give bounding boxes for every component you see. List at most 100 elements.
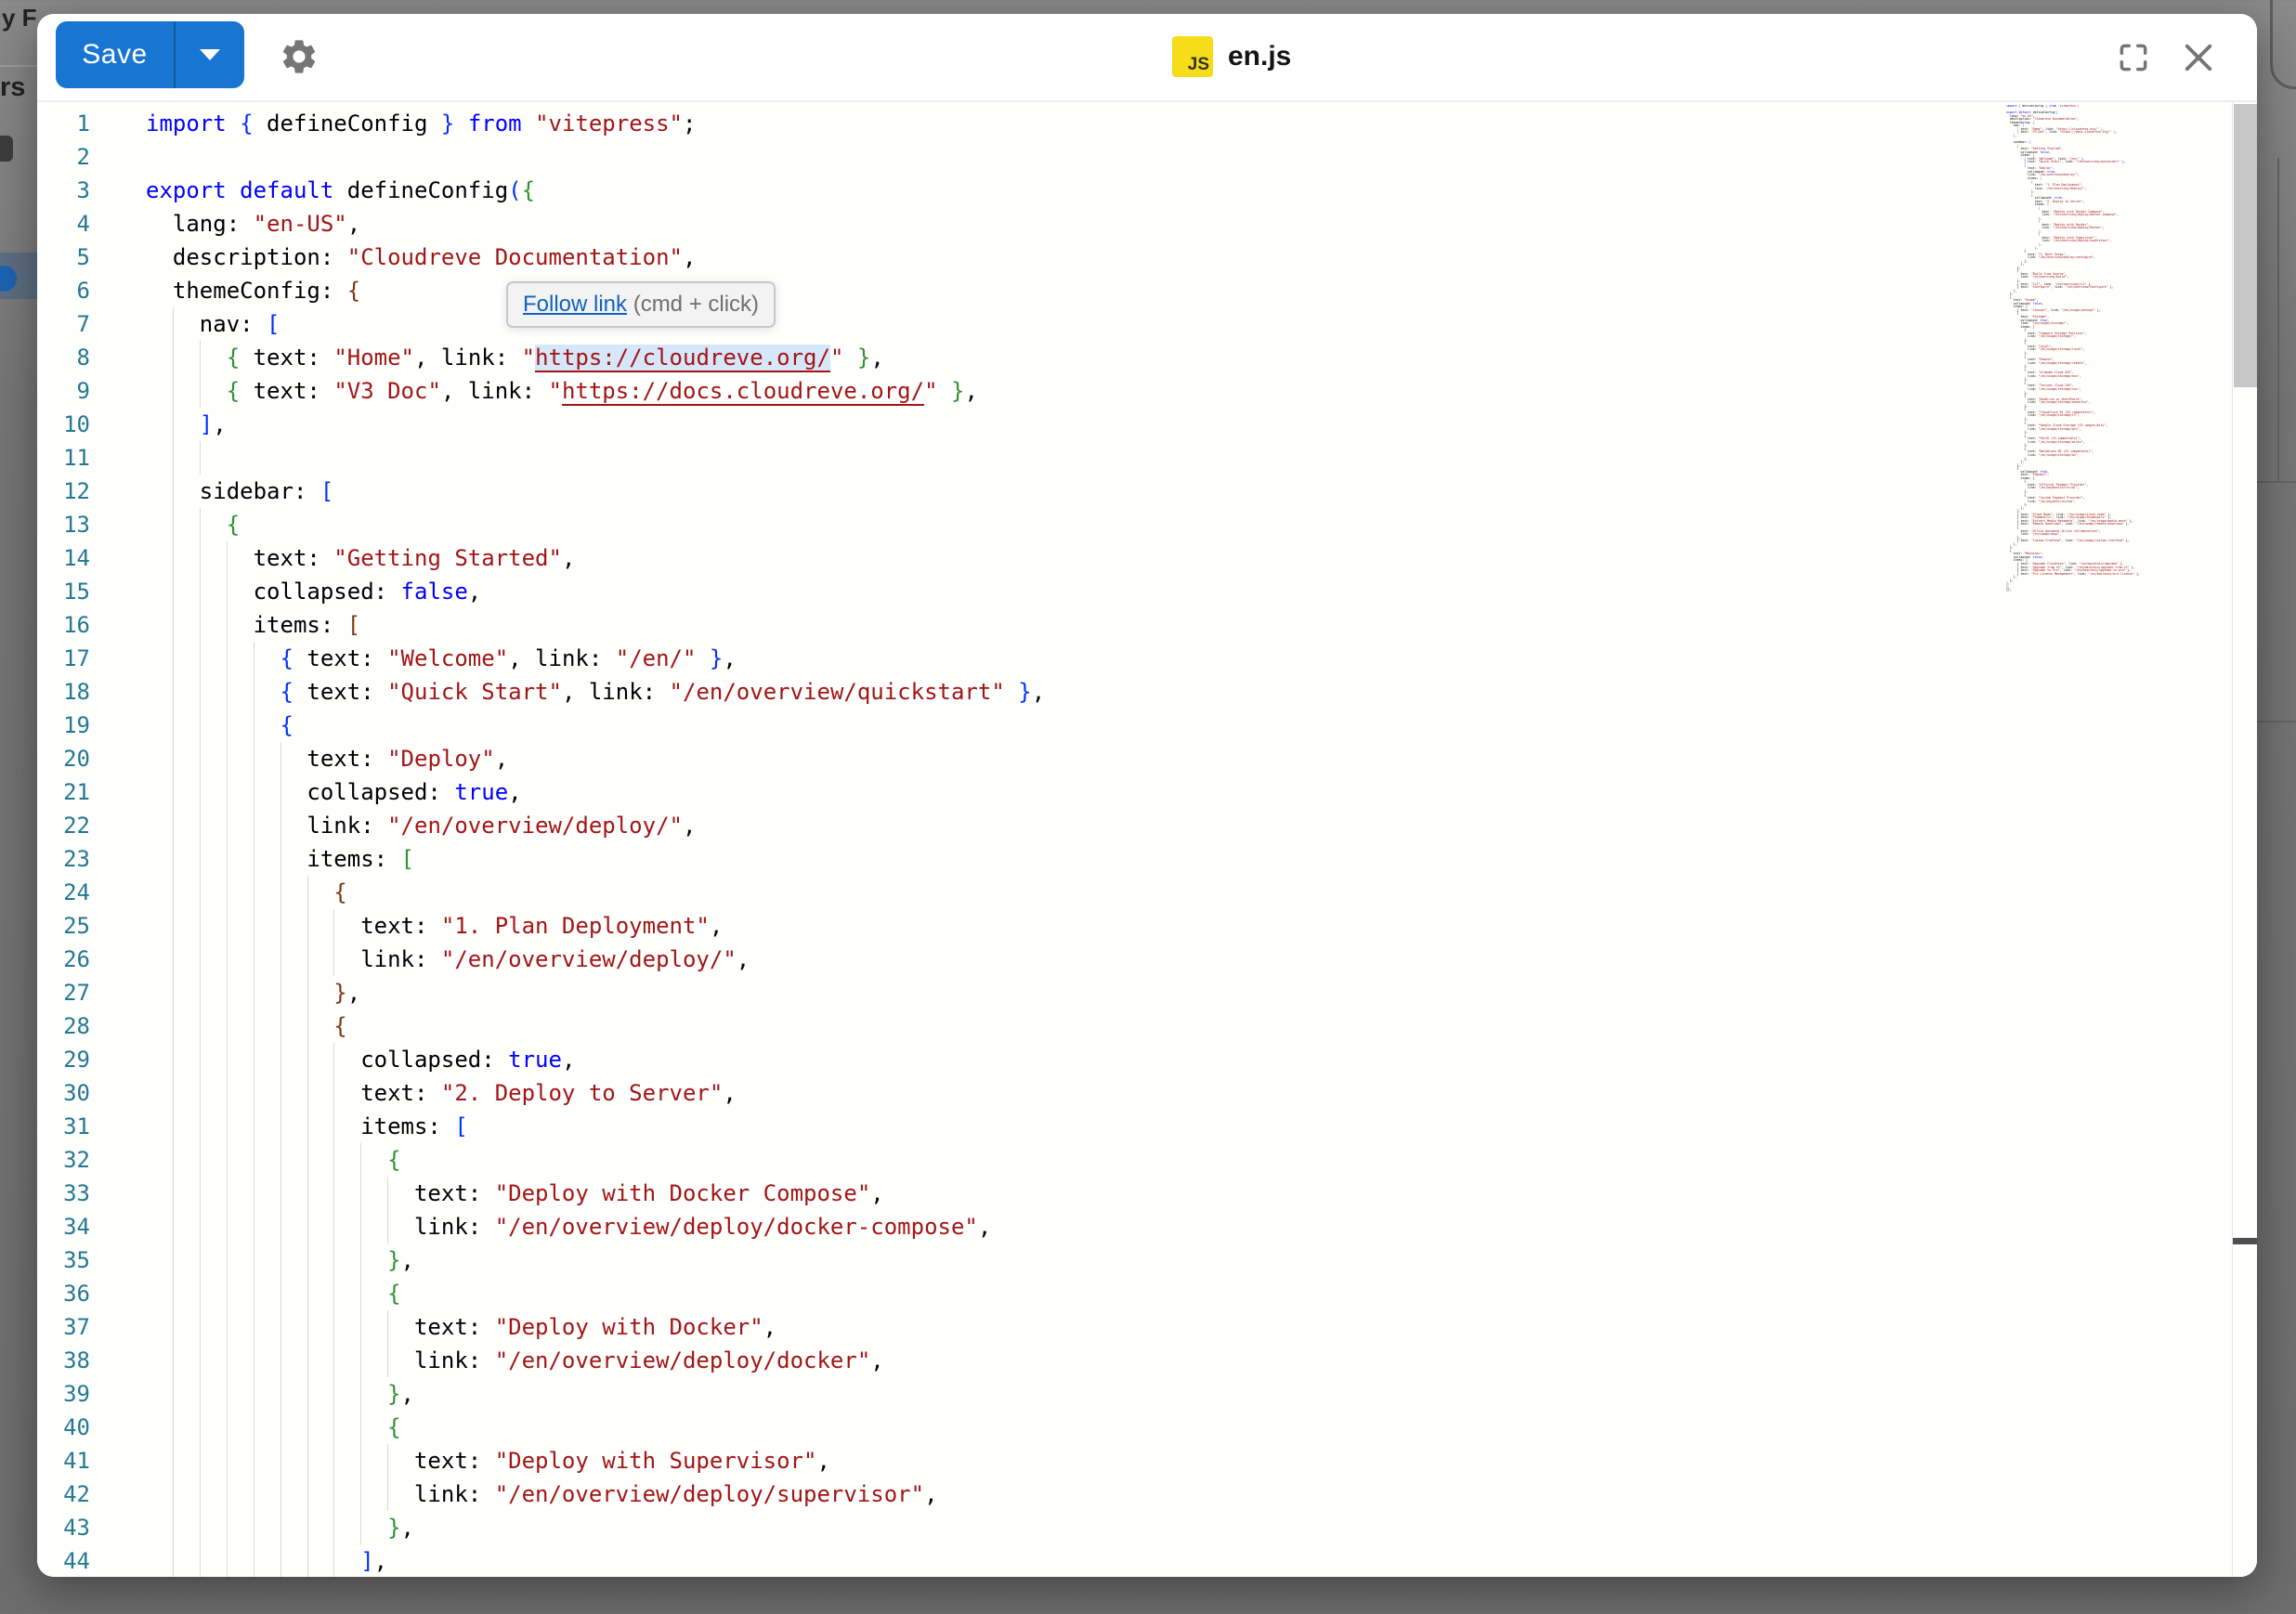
code-line[interactable]: {	[146, 876, 1045, 909]
indent-guide	[173, 876, 174, 909]
line-number: 13	[37, 508, 90, 541]
indent-guide	[173, 575, 174, 608]
code-line[interactable]: link: "/en/overview/deploy/",	[146, 809, 1045, 842]
code-line[interactable]: items: [	[146, 1110, 1045, 1143]
close-button[interactable]	[2179, 38, 2218, 77]
indent-guide	[200, 943, 201, 976]
code-line[interactable]: text: "Deploy with Docker",	[146, 1310, 1045, 1344]
save-button[interactable]: Save	[56, 21, 174, 88]
indent-guide	[333, 1377, 334, 1411]
code-line[interactable]: lang: "en-US",	[146, 207, 1045, 241]
code-line[interactable]: import { defineConfig } from "vitepress"…	[146, 107, 1045, 140]
minimap[interactable]: import { defineConfig } from "vitepress"…	[2006, 105, 2231, 592]
indent-guide	[227, 1511, 228, 1544]
code-line[interactable]: collapsed: true,	[146, 1043, 1045, 1076]
indent-guide	[173, 1177, 174, 1210]
indent-guide	[280, 976, 281, 1009]
code-line[interactable]: text: "1. Plan Deployment",	[146, 909, 1045, 943]
indent-guide	[200, 709, 201, 742]
code-line[interactable]: items: [	[146, 842, 1045, 876]
indent-guide	[307, 1277, 308, 1310]
code-line[interactable]: text: "Deploy with Docker Compose",	[146, 1177, 1045, 1210]
code-line[interactable]: sidebar: [	[146, 475, 1045, 508]
code-line[interactable]: },	[146, 1243, 1045, 1277]
code-line[interactable]: { text: "Welcome", link: "/en/" },	[146, 642, 1045, 675]
code-line[interactable]: collapsed: true,	[146, 775, 1045, 809]
code-line[interactable]: description: "Cloudreve Documentation",	[146, 241, 1045, 274]
code-line[interactable]: },	[146, 976, 1045, 1009]
indent-guide	[307, 1511, 308, 1544]
detected-link[interactable]: https://docs.cloudreve.org/	[562, 378, 924, 406]
scrollbar-thumb[interactable]	[2234, 104, 2257, 387]
code-line[interactable]: export default defineConfig({	[146, 174, 1045, 207]
line-number: 11	[37, 441, 90, 475]
indent-guide	[200, 1143, 201, 1177]
line-number: 7	[37, 307, 90, 341]
code-line[interactable]: collapsed: false,	[146, 575, 1045, 608]
fullscreen-button[interactable]	[2116, 40, 2151, 75]
code-line[interactable]: { text: "V3 Doc", link: "https://docs.cl…	[146, 374, 1045, 408]
code-line[interactable]	[146, 140, 1045, 174]
indent-guide	[173, 709, 174, 742]
line-number: 39	[37, 1377, 90, 1411]
indent-guide	[200, 842, 201, 876]
code-line[interactable]: ],	[146, 1544, 1045, 1577]
indent-guide	[173, 1076, 174, 1110]
indent-guide	[227, 709, 228, 742]
settings-button[interactable]	[279, 36, 320, 77]
code-line[interactable]: {	[146, 1277, 1045, 1310]
code-line[interactable]: {	[146, 1411, 1045, 1444]
line-number: 9	[37, 374, 90, 408]
indent-guide	[173, 475, 174, 508]
file-title-group: JS en.js	[1172, 36, 1291, 77]
code-editor[interactable]: 1234567891011121314151617181920212223242…	[37, 102, 2257, 1577]
code-line[interactable]: {	[146, 1009, 1045, 1043]
detected-link[interactable]: https://cloudreve.org/	[535, 345, 830, 372]
line-number: 43	[37, 1511, 90, 1544]
code-line[interactable]: link: "/en/overview/deploy/supervisor",	[146, 1477, 1045, 1511]
code-line[interactable]: {	[146, 1143, 1045, 1177]
code-line[interactable]: text: "Deploy with Supervisor",	[146, 1444, 1045, 1477]
code-line[interactable]: { text: "Home", link: "https://cloudreve…	[146, 341, 1045, 374]
code-line[interactable]: ],	[146, 408, 1045, 441]
indent-guide	[280, 842, 281, 876]
code-line[interactable]: {	[146, 508, 1045, 541]
code-line[interactable]: },	[146, 1377, 1045, 1411]
line-number: 17	[37, 642, 90, 675]
backdrop-card-edge	[2277, 158, 2279, 483]
code-line[interactable]	[146, 441, 1045, 475]
code-line[interactable]: link: "/en/overview/deploy/docker",	[146, 1344, 1045, 1377]
code-line[interactable]: {	[146, 709, 1045, 742]
code-line[interactable]: link: "/en/overview/deploy/",	[146, 943, 1045, 976]
code-line[interactable]: link: "/en/overview/deploy/docker-compos…	[146, 1210, 1045, 1243]
indent-guide	[360, 1511, 361, 1544]
save-dropdown-button[interactable]	[176, 21, 244, 88]
indent-guide	[200, 1210, 201, 1243]
indent-guide	[200, 1177, 201, 1210]
indent-guide	[200, 374, 201, 408]
indent-guide	[307, 976, 308, 1009]
follow-link-button[interactable]: Follow link	[523, 292, 627, 317]
code-line[interactable]: },	[146, 1511, 1045, 1544]
line-number: 24	[37, 876, 90, 909]
line-number: 38	[37, 1344, 90, 1377]
indent-guide	[200, 675, 201, 709]
indent-guide	[227, 1277, 228, 1310]
indent-guide	[200, 1377, 201, 1411]
code-line[interactable]: text: "2. Deploy to Server",	[146, 1076, 1045, 1110]
file-editor-dialog: Save JS en.js	[37, 14, 2257, 1577]
code-line[interactable]: items: [	[146, 608, 1045, 642]
indent-guide	[307, 1177, 308, 1210]
code-line[interactable]: text: "Getting Started",	[146, 541, 1045, 575]
gear-icon	[279, 36, 320, 77]
scrollbar-decoration	[2233, 1238, 2257, 1244]
indent-guide	[280, 1377, 281, 1411]
indent-guide	[173, 408, 174, 441]
code-line[interactable]: text: "Deploy",	[146, 742, 1045, 775]
indent-guide	[280, 1076, 281, 1110]
code-line[interactable]: { text: "Quick Start", link: "/en/overvi…	[146, 675, 1045, 709]
indent-guide	[387, 1444, 388, 1477]
vertical-scrollbar[interactable]	[2232, 102, 2257, 1577]
backdrop-card-line-2	[2257, 721, 2296, 722]
indent-guide	[200, 508, 201, 541]
